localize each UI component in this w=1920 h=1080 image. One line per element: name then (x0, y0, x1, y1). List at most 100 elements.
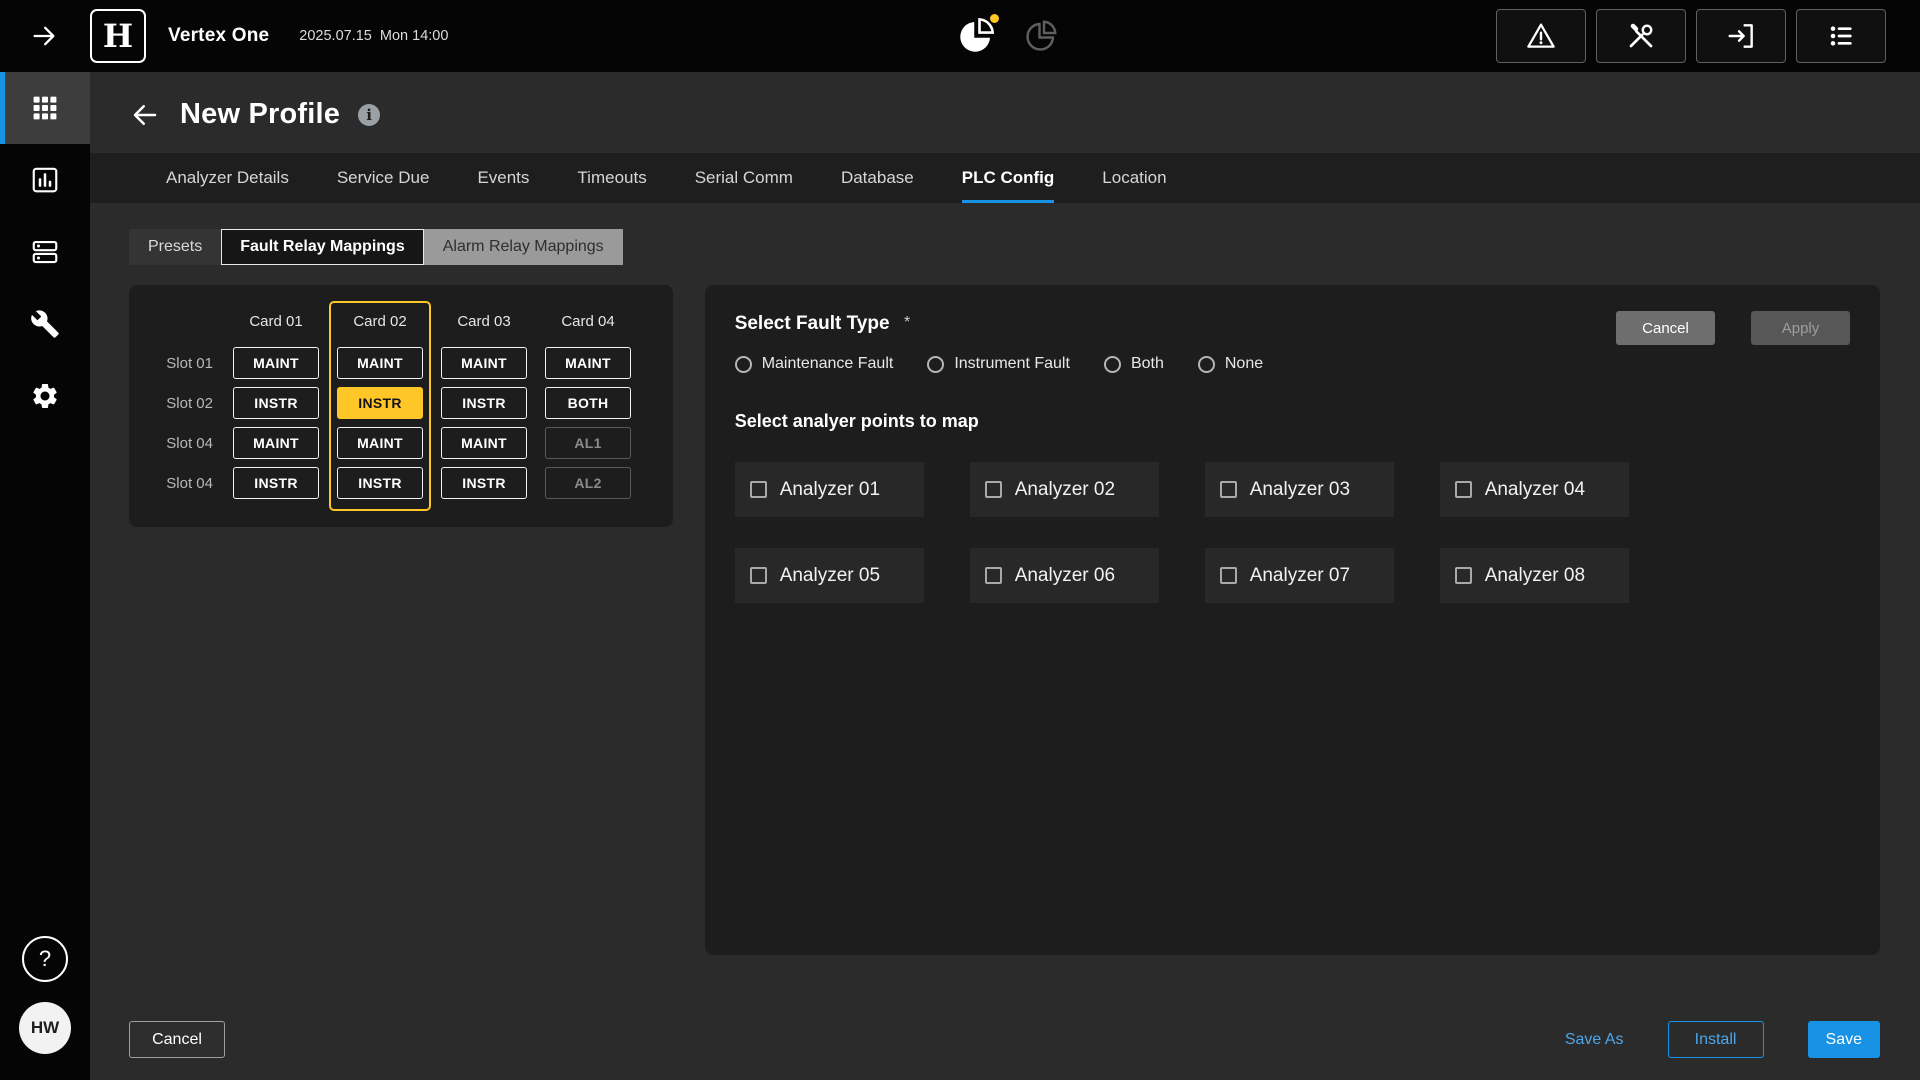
radio-maintenance-fault[interactable]: Maintenance Fault (735, 355, 894, 373)
relay-cell-card01-slot02[interactable]: INSTR (233, 387, 319, 419)
list-settings-icon (1825, 20, 1857, 52)
tab-bar: Analyzer Details Service Due Events Time… (90, 153, 1920, 203)
save-as-link[interactable]: Save As (1565, 1031, 1624, 1049)
sidebar-item-dashboard[interactable] (0, 144, 90, 216)
tools-button[interactable] (1596, 9, 1686, 63)
avatar-initials: HW (31, 1018, 59, 1038)
matrix-row-labels: Slot 01 Slot 02 Slot 04 Slot 04 (143, 301, 223, 511)
fault-actions: Cancel Apply (1616, 311, 1850, 345)
sidebar-item-maintenance[interactable] (0, 288, 90, 360)
radio-instrument-fault[interactable]: Instrument Fault (927, 355, 1070, 373)
forward-arrow-icon[interactable] (30, 22, 58, 50)
column-header-card02[interactable]: Card 02 (353, 307, 406, 335)
datetime-label: 2025.07.15 Mon 14:00 (299, 28, 448, 44)
analyzer-points-title: Select analyer points to map (735, 411, 1850, 432)
sidebar-bottom: ? HW (19, 936, 71, 1080)
analyzer-label: Analyzer 01 (780, 479, 880, 501)
relay-cell-card04-slot03-disabled: AL1 (545, 427, 631, 459)
analyzer-checkbox-04[interactable]: Analyzer 04 (1440, 462, 1629, 517)
apps-grid-icon (30, 93, 60, 123)
sidebar-item-devices[interactable] (0, 216, 90, 288)
tab-plc-config[interactable]: PLC Config (938, 153, 1079, 203)
top-action-buttons (1496, 9, 1886, 63)
page-body: Presets Fault Relay Mappings Alarm Relay… (90, 203, 1920, 955)
footer-cancel-button[interactable]: Cancel (129, 1021, 225, 1058)
analyzer-label: Analyzer 05 (780, 565, 880, 587)
relay-cell-card01-slot04[interactable]: INSTR (233, 467, 319, 499)
checkbox-icon (1220, 481, 1237, 498)
tab-analyzer-details[interactable]: Analyzer Details (142, 153, 313, 203)
checkbox-icon (1220, 567, 1237, 584)
relay-cell-card02-slot02-selected[interactable]: INSTR (337, 387, 423, 419)
notification-dot (988, 12, 1001, 25)
alerts-button[interactable] (1496, 9, 1586, 63)
column-header-card01[interactable]: Card 01 (249, 307, 302, 335)
exit-button[interactable] (1696, 9, 1786, 63)
app-title: Vertex One (168, 25, 269, 47)
relay-cell-card03-slot03[interactable]: MAINT (441, 427, 527, 459)
help-button[interactable]: ? (22, 936, 68, 982)
tab-events[interactable]: Events (453, 153, 553, 203)
analyzer-checkbox-05[interactable]: Analyzer 05 (735, 548, 924, 603)
subtab-fault-relay-mappings[interactable]: Fault Relay Mappings (221, 229, 423, 265)
status-pie-inactive-icon[interactable] (1023, 18, 1059, 54)
tab-location[interactable]: Location (1078, 153, 1190, 203)
fault-apply-button[interactable]: Apply (1751, 311, 1850, 345)
analyzer-checkbox-06[interactable]: Analyzer 06 (970, 548, 1159, 603)
radio-both[interactable]: Both (1104, 355, 1164, 373)
analyzer-label: Analyzer 02 (1015, 479, 1115, 501)
analyzer-checkbox-02[interactable]: Analyzer 02 (970, 462, 1159, 517)
tab-database[interactable]: Database (817, 153, 938, 203)
save-button[interactable]: Save (1808, 1021, 1880, 1058)
analyzer-checkbox-07[interactable]: Analyzer 07 (1205, 548, 1394, 603)
radio-icon (735, 356, 752, 373)
matrix-corner-spacer (143, 307, 223, 335)
panels: Slot 01 Slot 02 Slot 04 Slot 04 Card 01 … (129, 285, 1880, 955)
subtab-presets[interactable]: Presets (129, 229, 221, 265)
relay-cell-card02-slot04[interactable]: INSTR (337, 467, 423, 499)
relay-cell-card03-slot02[interactable]: INSTR (441, 387, 527, 419)
matrix-column-card02-selected: Card 02 MAINT INSTR MAINT INSTR (329, 301, 431, 511)
relay-cell-card02-slot03[interactable]: MAINT (337, 427, 423, 459)
page-title: New Profile (180, 98, 340, 131)
back-arrow-icon[interactable] (130, 100, 160, 130)
analyzer-checkbox-03[interactable]: Analyzer 03 (1205, 462, 1394, 517)
help-glyph: ? (39, 946, 51, 972)
status-pie-active-icon[interactable] (955, 15, 997, 57)
list-settings-button[interactable] (1796, 9, 1886, 63)
relay-cell-card02-slot01[interactable]: MAINT (337, 347, 423, 379)
info-icon[interactable]: i (358, 104, 380, 126)
analyzer-checkbox-08[interactable]: Analyzer 08 (1440, 548, 1629, 603)
relay-cell-card01-slot03[interactable]: MAINT (233, 427, 319, 459)
relay-cell-card04-slot02[interactable]: BOTH (545, 387, 631, 419)
column-header-card04[interactable]: Card 04 (561, 307, 614, 335)
user-avatar[interactable]: HW (19, 1002, 71, 1054)
column-header-card03[interactable]: Card 03 (457, 307, 510, 335)
top-bar: H Vertex One 2025.07.15 Mon 14:00 (0, 0, 1920, 72)
checkbox-icon (1455, 481, 1472, 498)
install-button[interactable]: Install (1668, 1021, 1764, 1058)
tab-timeouts[interactable]: Timeouts (553, 153, 670, 203)
subtab-alarm-relay-mappings[interactable]: Alarm Relay Mappings (424, 229, 623, 265)
analyzer-label: Analyzer 03 (1250, 479, 1350, 501)
matrix-column-card01: Card 01 MAINT INSTR MAINT INSTR (225, 301, 327, 511)
fault-cancel-button[interactable]: Cancel (1616, 311, 1715, 345)
relay-cell-card01-slot01[interactable]: MAINT (233, 347, 319, 379)
analyzer-checkbox-01[interactable]: Analyzer 01 (735, 462, 924, 517)
relay-cell-card03-slot01[interactable]: MAINT (441, 347, 527, 379)
tab-service-due[interactable]: Service Due (313, 153, 454, 203)
radio-label: Maintenance Fault (762, 355, 894, 373)
radio-label: Instrument Fault (954, 355, 1070, 373)
footer-right-actions: Save As Install Save (1565, 1021, 1880, 1058)
tab-serial-comm[interactable]: Serial Comm (671, 153, 817, 203)
gear-icon (30, 381, 60, 411)
radio-none[interactable]: None (1198, 355, 1263, 373)
relay-cell-card03-slot04[interactable]: INSTR (441, 467, 527, 499)
sidebar-item-apps[interactable] (0, 72, 90, 144)
analyzer-label: Analyzer 08 (1485, 565, 1585, 587)
honeywell-logo: H (90, 9, 146, 63)
row-label-slot-01: Slot 01 (143, 347, 223, 379)
relay-cell-card04-slot01[interactable]: MAINT (545, 347, 631, 379)
sidebar-item-settings[interactable] (0, 360, 90, 432)
radio-icon (1104, 356, 1121, 373)
